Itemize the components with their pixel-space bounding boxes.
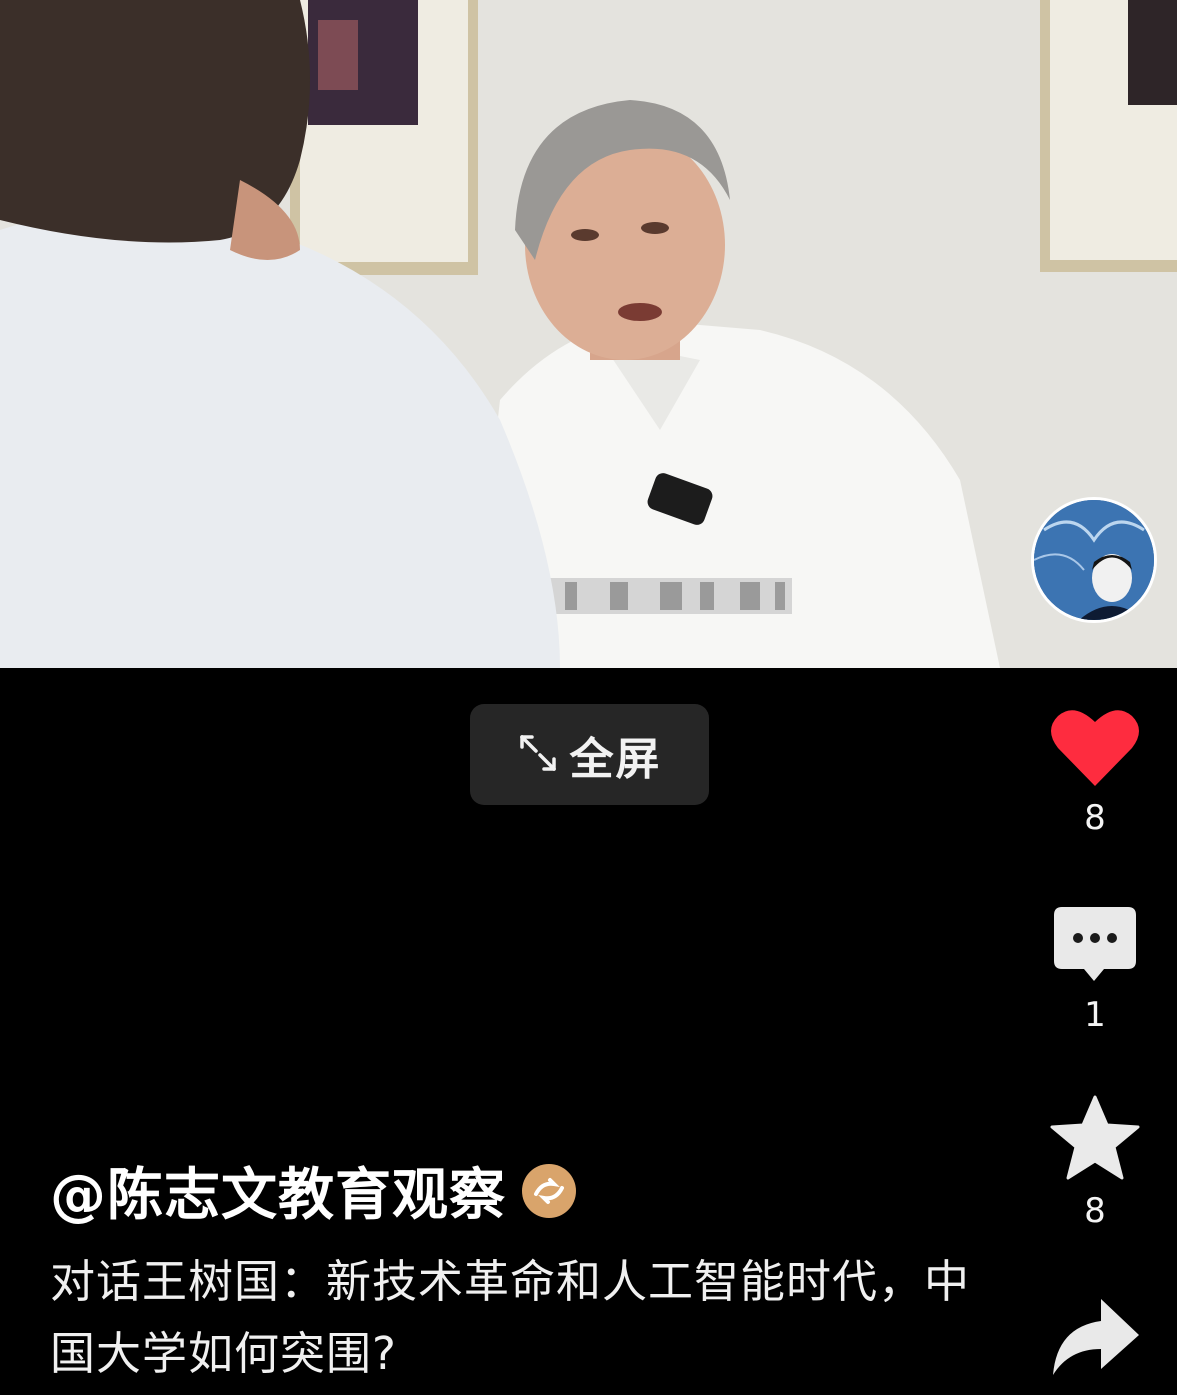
video-description: 对话王树国：新技术革命和人工智能时代，中国大学如何突围? xyxy=(50,1255,971,1380)
star-icon xyxy=(1050,1095,1140,1185)
speech-bubble-icon xyxy=(1052,907,1138,989)
like-button[interactable]: 8 xyxy=(1040,706,1150,838)
video-frame-image xyxy=(0,0,1177,668)
expand-arrows-icon xyxy=(518,733,558,777)
fullscreen-button[interactable]: 全屏 xyxy=(470,704,709,805)
comment-button[interactable]: 1 xyxy=(1040,905,1150,1035)
share-button[interactable] xyxy=(1040,1297,1150,1381)
verified-badge-icon xyxy=(522,1163,576,1218)
share-arrow-icon xyxy=(1049,1299,1141,1381)
favorite-count: 8 xyxy=(1084,1191,1106,1231)
avatar-image xyxy=(1034,500,1154,620)
fullscreen-label: 全屏 xyxy=(569,733,662,785)
heart-icon xyxy=(1050,710,1140,792)
author-row[interactable]: @陈志文教育观察 xyxy=(50,1150,576,1231)
author-name[interactable]: @陈志文教育观察 xyxy=(50,1150,506,1231)
favorite-button[interactable]: 8 xyxy=(1040,1095,1150,1231)
video-player[interactable] xyxy=(0,0,1177,668)
comment-count: 1 xyxy=(1084,995,1106,1035)
like-count: 8 xyxy=(1084,798,1106,838)
author-avatar[interactable] xyxy=(1031,497,1157,623)
